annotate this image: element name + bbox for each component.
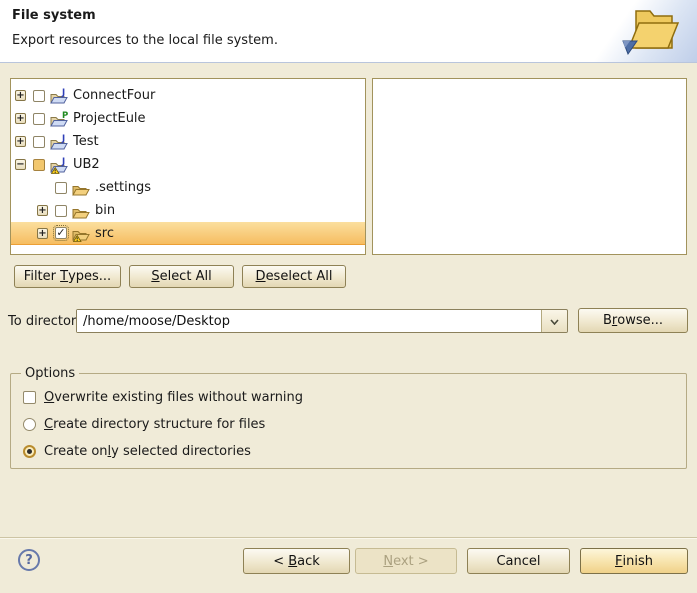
- export-folder-icon: [620, 3, 686, 59]
- expand-icon[interactable]: +: [15, 136, 26, 147]
- svg-text:P: P: [62, 111, 68, 121]
- browse-button[interactable]: Browse...: [578, 308, 688, 333]
- java-project-folder-icon: J: [50, 87, 69, 105]
- tree-item-checkbox[interactable]: [33, 90, 45, 102]
- back-button[interactable]: < Back: [243, 548, 350, 574]
- tree-item-label: ProjectEule: [73, 111, 146, 126]
- tree-item-checkbox[interactable]: [55, 205, 67, 217]
- expand-icon[interactable]: +: [37, 228, 48, 239]
- tree-item-test[interactable]: + J Test: [11, 130, 365, 153]
- expand-icon[interactable]: +: [37, 205, 48, 216]
- create-selected-radio[interactable]: [23, 445, 36, 458]
- tree-item-checkbox[interactable]: [33, 159, 45, 171]
- tree-item-ub2[interactable]: − J UB2: [11, 153, 365, 176]
- filter-types-button[interactable]: Filter Types...: [14, 265, 121, 288]
- options-group-title: Options: [21, 366, 79, 381]
- overwrite-option-row: Overwrite existing files without warning: [23, 387, 686, 407]
- tree-item-checkbox[interactable]: ✓: [55, 227, 67, 239]
- overwrite-checkbox[interactable]: [23, 391, 36, 404]
- resource-tree: + J ConnectFour + P ProjectEule + J Test − J UB2 .se…: [10, 78, 366, 255]
- export-wizard-dialog: File system Export resources to the loca…: [0, 0, 697, 593]
- svg-text:J: J: [61, 157, 65, 167]
- java-project-folder-warning-icon: J: [50, 156, 69, 174]
- tree-item-bin[interactable]: + bin: [11, 199, 365, 222]
- svg-text:J: J: [61, 134, 65, 144]
- tree-item-checkbox[interactable]: [33, 113, 45, 125]
- tree-toolbar: Filter Types... Select All Deselect All: [14, 265, 346, 288]
- create-selected-label: Create only selected directories: [44, 444, 251, 459]
- page-description: Export resources to the local file syste…: [12, 33, 278, 48]
- create-structure-radio[interactable]: [23, 418, 36, 431]
- tree-item-label: .settings: [95, 180, 151, 195]
- tree-item-checkbox[interactable]: [55, 182, 67, 194]
- options-group: Options Overwrite existing files without…: [10, 366, 687, 469]
- tree-item-label: UB2: [73, 157, 100, 172]
- java-project-folder-icon: J: [50, 133, 69, 151]
- create-selected-option-row: Create only selected directories: [23, 441, 686, 461]
- question-icon: ?: [25, 553, 33, 568]
- combo-dropdown-button[interactable]: [541, 310, 567, 332]
- directory-combo-input[interactable]: [77, 310, 541, 332]
- directory-combo: [76, 309, 568, 333]
- svg-text:J: J: [61, 88, 65, 98]
- create-structure-label: Create directory structure for files: [44, 417, 265, 432]
- tree-item-label: bin: [95, 203, 115, 218]
- create-structure-option-row: Create directory structure for files: [23, 414, 686, 434]
- next-button: Next >: [355, 548, 457, 574]
- project-folder-icon: P: [50, 110, 69, 128]
- tree-item-projecteule[interactable]: + P ProjectEule: [11, 107, 365, 130]
- wizard-banner: File system Export resources to the loca…: [0, 0, 697, 63]
- select-all-button[interactable]: Select All: [129, 265, 234, 288]
- tree-item-label: src: [95, 226, 114, 241]
- folder-icon: [72, 179, 91, 197]
- chevron-down-icon: [550, 314, 559, 329]
- tree-item-label: Test: [73, 134, 99, 149]
- tree-item-settings[interactable]: .settings: [11, 176, 365, 199]
- folder-warning-icon: [72, 224, 91, 242]
- deselect-all-button[interactable]: Deselect All: [242, 265, 346, 288]
- page-title: File system: [12, 8, 96, 23]
- expand-icon[interactable]: +: [15, 113, 26, 124]
- tree-item-label: ConnectFour: [73, 88, 155, 103]
- finish-button[interactable]: Finish: [580, 548, 688, 574]
- file-list-panel[interactable]: [372, 78, 687, 255]
- tree-item-checkbox[interactable]: [33, 136, 45, 148]
- tree-item-src[interactable]: + ✓ src: [11, 222, 365, 245]
- collapse-icon[interactable]: −: [15, 159, 26, 170]
- help-button[interactable]: ?: [18, 549, 40, 571]
- cancel-button[interactable]: Cancel: [467, 548, 570, 574]
- overwrite-label: Overwrite existing files without warning: [44, 390, 303, 405]
- tree-item-connectfour[interactable]: + J ConnectFour: [11, 84, 365, 107]
- folder-icon: [72, 202, 91, 220]
- footer-separator: [0, 537, 697, 539]
- expand-icon[interactable]: +: [15, 90, 26, 101]
